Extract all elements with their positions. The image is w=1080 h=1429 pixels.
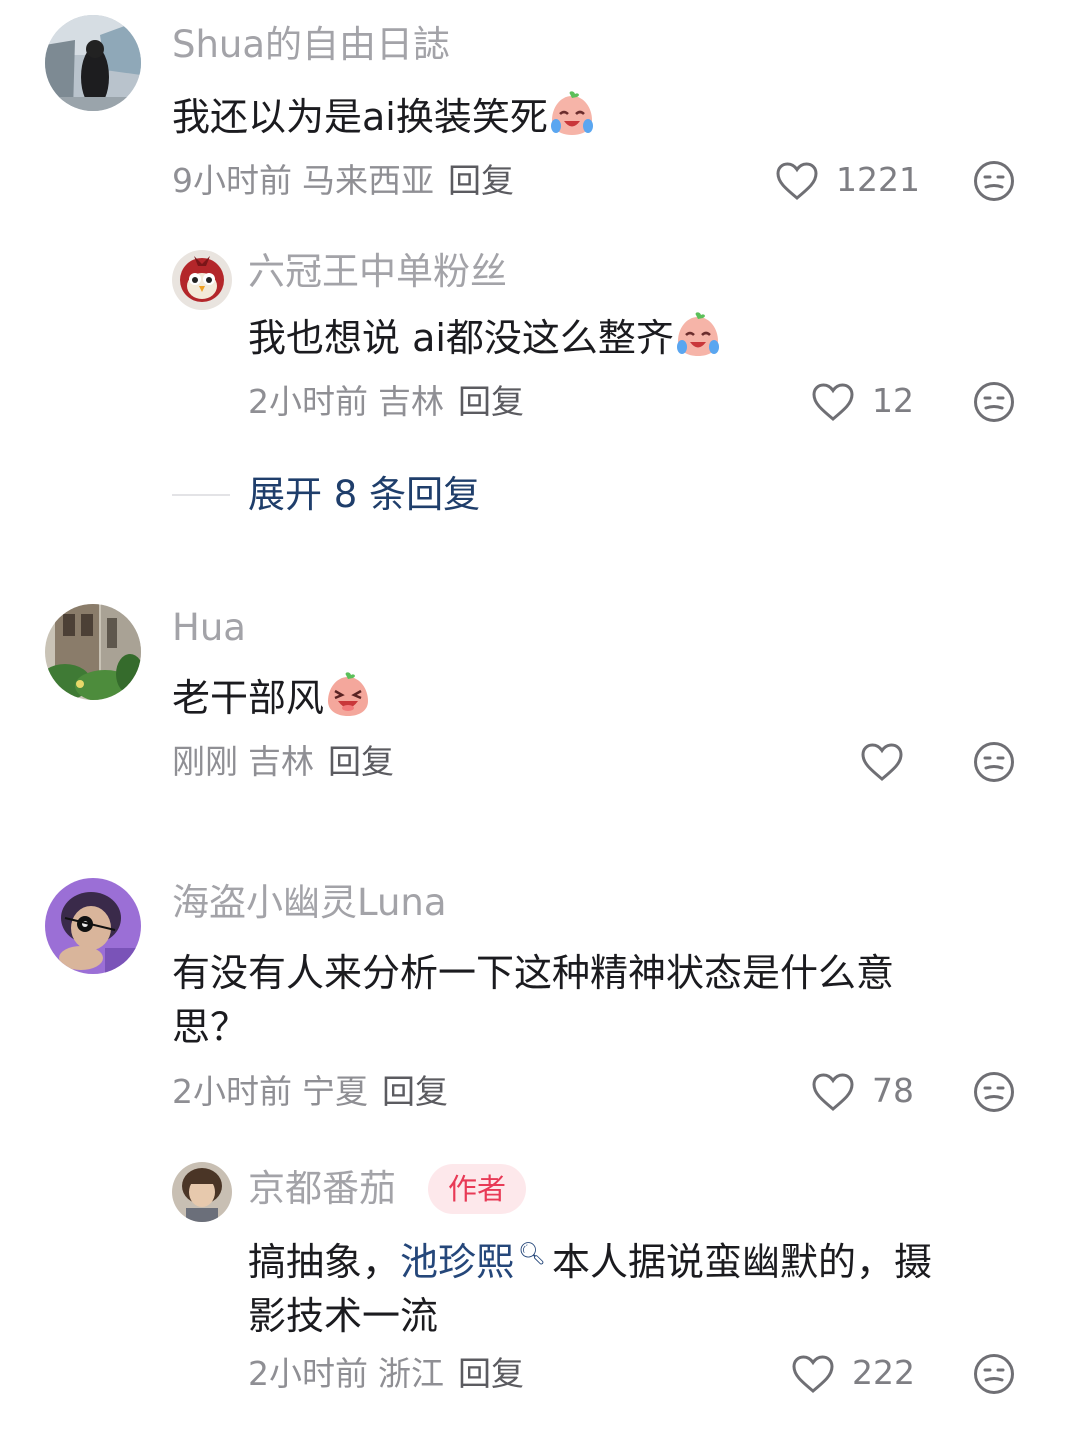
comment-text: 我也想说 ai都没这么整齐: [248, 311, 722, 365]
location: 浙江: [378, 1354, 444, 1393]
avatar[interactable]: [172, 1162, 232, 1222]
heart-icon[interactable]: [791, 1354, 835, 1394]
username[interactable]: 六冠王中单粉丝: [248, 249, 507, 295]
comment-meta: 2小时前 吉林 回复: [248, 381, 524, 423]
dislike-face-icon[interactable]: [973, 381, 1015, 423]
heart-icon[interactable]: [811, 1072, 855, 1112]
username[interactable]: 海盗小幽灵Luna: [172, 880, 447, 926]
comment-meta: 2小时前 宁夏 回复: [172, 1071, 448, 1113]
author-badge: 作者: [428, 1164, 527, 1214]
comment-text: 我还以为是ai换装笑死: [172, 90, 596, 144]
avatar[interactable]: [45, 604, 141, 700]
username[interactable]: 京都番茄: [248, 1166, 396, 1212]
username[interactable]: Shua的自由日誌: [172, 22, 450, 68]
comment-text: 有没有人来分析一下这种精神状态是什么意 思？: [172, 951, 895, 1049]
comment-list: Shua的自由日誌 我还以为是ai换装笑死 9小时前马来西亚回复 1221: [0, 0, 1080, 1429]
comment-meta: 9小时前 马来西亚 回复: [172, 160, 514, 202]
location: 吉林: [248, 742, 314, 781]
avatar[interactable]: [45, 878, 141, 974]
dislike-face-icon[interactable]: [973, 1071, 1015, 1113]
expand-divider: [172, 494, 230, 496]
location: 宁夏: [302, 1072, 368, 1111]
mention-link[interactable]: 池珍熙: [400, 1240, 514, 1284]
reply-button[interactable]: 回复: [382, 1072, 448, 1111]
comment-text: 搞抽象，池珍熙 🔍︎ 本人据说蛮幽默的，摄 影技术一流: [248, 1240, 932, 1338]
avatar[interactable]: [45, 15, 141, 111]
heart-icon[interactable]: [775, 161, 819, 201]
dislike-face-icon[interactable]: [973, 741, 1015, 783]
timestamp: 刚刚: [172, 742, 238, 781]
grinning-peach-emoji: [328, 672, 369, 716]
avatar[interactable]: [172, 250, 232, 310]
dislike-face-icon[interactable]: [973, 160, 1015, 202]
crying-laughing-peach-emoji: [676, 312, 719, 356]
comment-text: 老干部风: [172, 671, 372, 725]
like-count: 222: [852, 1353, 915, 1392]
timestamp: 2小时前: [172, 1072, 292, 1111]
username[interactable]: Hua: [172, 605, 246, 651]
timestamp: 9小时前: [172, 161, 292, 200]
location: 马来西亚: [302, 161, 434, 200]
like-count: 1221: [836, 160, 920, 199]
timestamp: 2小时前: [248, 382, 368, 421]
heart-icon[interactable]: [811, 382, 855, 422]
reply-button[interactable]: 回复: [328, 742, 394, 781]
like-count: 12: [872, 381, 914, 420]
comment-meta: 2小时前 浙江 回复: [248, 1353, 524, 1395]
dislike-face-icon[interactable]: [973, 1353, 1015, 1395]
reply-button[interactable]: 回复: [458, 382, 524, 421]
reply-button[interactable]: 回复: [448, 161, 514, 200]
crying-laughing-peach-emoji: [550, 91, 593, 135]
expand-replies-button[interactable]: 展开 8 条回复: [248, 470, 480, 520]
reply-button[interactable]: 回复: [458, 1354, 524, 1393]
comment-meta: 刚刚 吉林 回复: [172, 741, 394, 783]
search-icon[interactable]: 🔍︎: [518, 1242, 546, 1267]
heart-icon[interactable]: [860, 742, 904, 782]
timestamp: 2小时前: [248, 1354, 368, 1393]
like-count: 78: [872, 1071, 914, 1110]
location: 吉林: [378, 382, 444, 421]
